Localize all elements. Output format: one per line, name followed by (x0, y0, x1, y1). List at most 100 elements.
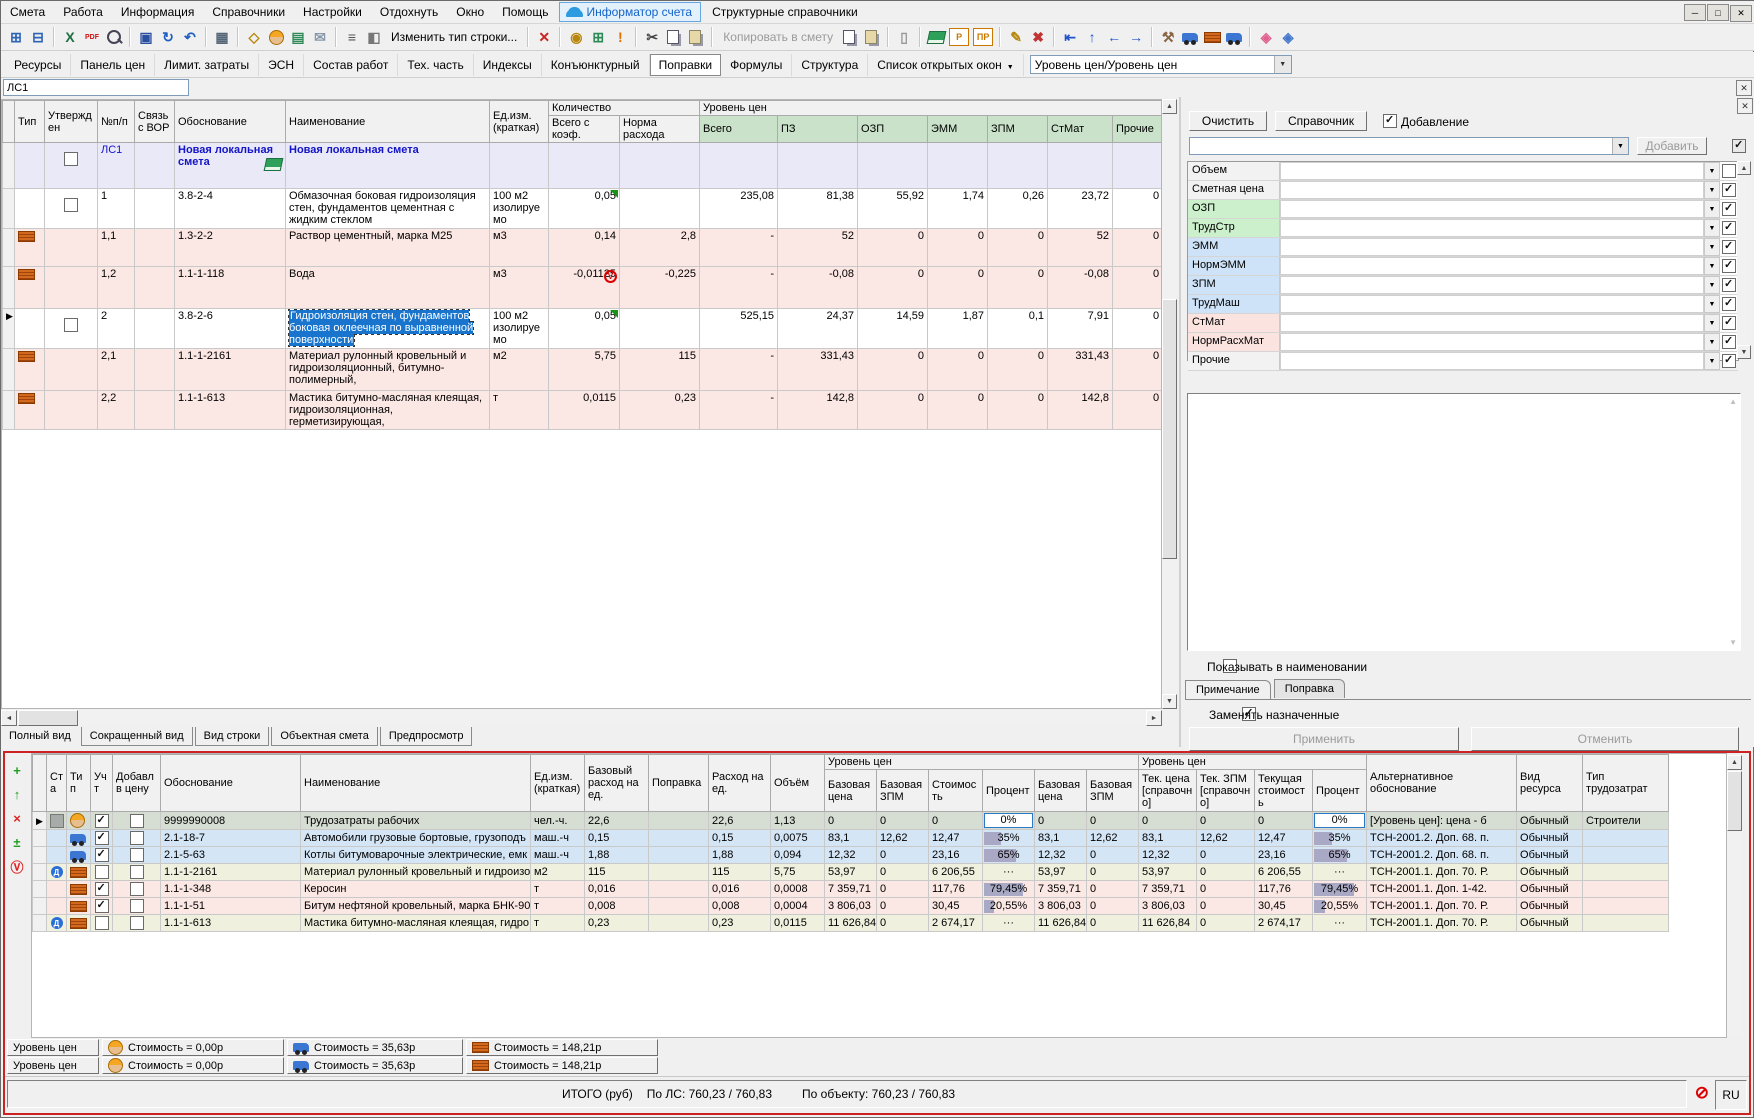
unit-cell[interactable] (490, 143, 549, 189)
panel-tab-0[interactable]: Ресурсы (5, 54, 71, 76)
structure-edit-icon[interactable]: ✎ (1005, 26, 1027, 48)
base-zpm2-cell[interactable]: 0 (1087, 847, 1139, 864)
value-cell[interactable]: 52 (778, 229, 858, 267)
chevron-down-icon[interactable]: ▼ (1704, 200, 1720, 218)
value-cell[interactable]: -0,08 (1048, 267, 1113, 309)
row-selector[interactable] (3, 267, 15, 309)
chevron-down-icon[interactable]: ▼ (1704, 333, 1720, 351)
value-cell[interactable]: 1,87 (928, 309, 988, 349)
base-rate-cell[interactable]: 22,6 (585, 812, 649, 830)
parameter-checkbox[interactable] (1722, 240, 1736, 254)
norm-cell[interactable] (620, 309, 700, 349)
menu-item-5[interactable]: Отдохнуть (371, 1, 447, 22)
correction-cell[interactable] (649, 812, 709, 830)
alt-basis-cell[interactable]: ТСН-2001.2. Доп. 68. п. (1367, 847, 1517, 864)
value-cell[interactable]: -0,08 (778, 267, 858, 309)
resource-row[interactable]: 1.1-1-2161Материал рулонный кровельный и… (33, 864, 1669, 881)
value-cell[interactable]: 0 (928, 391, 988, 430)
value-cell[interactable]: 0 (928, 229, 988, 267)
name-cell[interactable]: Мастика битумно-масляная клеящая, гидро (301, 915, 531, 932)
cancel-v-icon[interactable]: Ⓥ (8, 857, 26, 875)
current-zpm-cell[interactable]: 0 (1197, 881, 1255, 898)
copy-to-estimate-button[interactable]: Копировать в смету (717, 27, 839, 47)
view-tab-4[interactable]: Предпросмотр (380, 727, 473, 746)
scroll-thumb[interactable] (1727, 771, 1742, 831)
name-cell[interactable]: Трудозатраты рабочих (301, 812, 531, 830)
type-cell[interactable] (15, 229, 45, 267)
type-cell[interactable] (15, 189, 45, 229)
base-zpm2-cell[interactable]: 0 (1087, 915, 1139, 932)
type-cell[interactable] (15, 309, 45, 349)
percent2-cell[interactable]: 0% (1313, 812, 1367, 830)
panel-tab-5[interactable]: Тех. часть (398, 54, 473, 76)
base-zpm-cell[interactable]: 0 (877, 847, 929, 864)
percent2-cell[interactable]: 20,55% (1313, 898, 1367, 915)
unit-cell[interactable]: м2 (490, 349, 549, 391)
cost-cell[interactable]: 12,47 (929, 830, 983, 847)
menu-item-7[interactable]: Помощь (493, 1, 557, 22)
column-header[interactable]: Базовая цена (1035, 770, 1087, 812)
rate-cell[interactable]: 22,6 (709, 812, 771, 830)
group-header-quantity[interactable]: Количество (549, 101, 700, 116)
status-cell[interactable] (47, 898, 67, 915)
unit-cell[interactable]: м3 (490, 267, 549, 309)
basis-cell[interactable]: 3.8-2-6 (175, 309, 286, 349)
value-cell[interactable]: 52 (1048, 229, 1113, 267)
group-header-price-level[interactable]: Уровень цен (825, 755, 1139, 770)
base-price-cell[interactable]: 0 (825, 812, 877, 830)
basis-cell[interactable]: 2.1-18-7 (161, 830, 301, 847)
base-zpm-cell[interactable]: 12,62 (877, 830, 929, 847)
unit-cell[interactable]: т (531, 898, 585, 915)
base-zpm2-cell[interactable]: 0 (1087, 812, 1139, 830)
add-to-price-checkbox[interactable] (130, 865, 144, 879)
column-header[interactable]: ЭММ (928, 116, 988, 143)
column-header[interactable]: Связь с ВОР (135, 101, 175, 143)
value-cell[interactable]: 1,74 (928, 189, 988, 229)
scroll-down-icon[interactable]: ▼ (1162, 694, 1177, 709)
name-cell[interactable]: Новая локальная смета (286, 143, 490, 189)
unit-cell[interactable]: т (531, 915, 585, 932)
approved-checkbox[interactable] (64, 318, 78, 332)
value-cell[interactable]: 81,38 (778, 189, 858, 229)
panel-tab-4[interactable]: Состав работ (304, 54, 398, 76)
current-cost-cell[interactable]: 0 (1255, 812, 1313, 830)
menu-item-0[interactable]: Смета (1, 1, 54, 22)
current-zpm-cell[interactable]: 0 (1197, 915, 1255, 932)
truck-icon[interactable] (1179, 26, 1201, 48)
quantity-cell[interactable]: 0,05 (549, 309, 620, 349)
add-to-price-cell[interactable] (113, 898, 161, 915)
insert-row-icon[interactable]: ⊞ (587, 26, 609, 48)
value-cell[interactable] (700, 143, 778, 189)
approved-cell[interactable] (45, 267, 98, 309)
delete-row-icon[interactable]: ✕ (533, 26, 555, 48)
value-cell[interactable]: 0 (1113, 309, 1162, 349)
norm-cell[interactable]: 0,23 (620, 391, 700, 430)
column-header[interactable]: Добавл в цену (113, 755, 161, 812)
keyboard-layout-indicator[interactable]: RU (1715, 1080, 1747, 1110)
norm-cell[interactable]: 115 (620, 349, 700, 391)
basis-cell[interactable]: 1.1-1-613 (175, 391, 286, 430)
indent-up-icon[interactable]: ↑ (1081, 26, 1103, 48)
counted-cell[interactable] (91, 812, 113, 830)
labor-type-cell[interactable] (1583, 847, 1669, 864)
value-cell[interactable]: 0 (858, 267, 928, 309)
row-selector[interactable]: ▶ (3, 309, 15, 349)
counted-cell[interactable] (91, 915, 113, 932)
unit-cell[interactable]: т (490, 391, 549, 430)
indent-first-icon[interactable]: ⇤ (1059, 26, 1081, 48)
correction-cell[interactable] (649, 864, 709, 881)
add-to-price-cell[interactable] (113, 864, 161, 881)
status-cell[interactable] (47, 847, 67, 864)
base-price-cell[interactable]: 7 359,71 (825, 881, 877, 898)
column-header[interactable]: Тип трудозатрат (1583, 755, 1669, 812)
save-icon[interactable]: ▣ (135, 26, 157, 48)
status-cell[interactable] (47, 830, 67, 847)
add-to-price-cell[interactable] (113, 830, 161, 847)
current-cost-cell[interactable]: 12,47 (1255, 830, 1313, 847)
unit-cell[interactable]: м2 (531, 864, 585, 881)
undo-icon[interactable]: ↶ (179, 26, 201, 48)
rate-cell[interactable]: 1,88 (709, 847, 771, 864)
parameter-value-field[interactable] (1280, 200, 1704, 218)
value-cell[interactable]: 0 (928, 349, 988, 391)
current-price-cell[interactable]: 11 626,84 (1139, 915, 1197, 932)
